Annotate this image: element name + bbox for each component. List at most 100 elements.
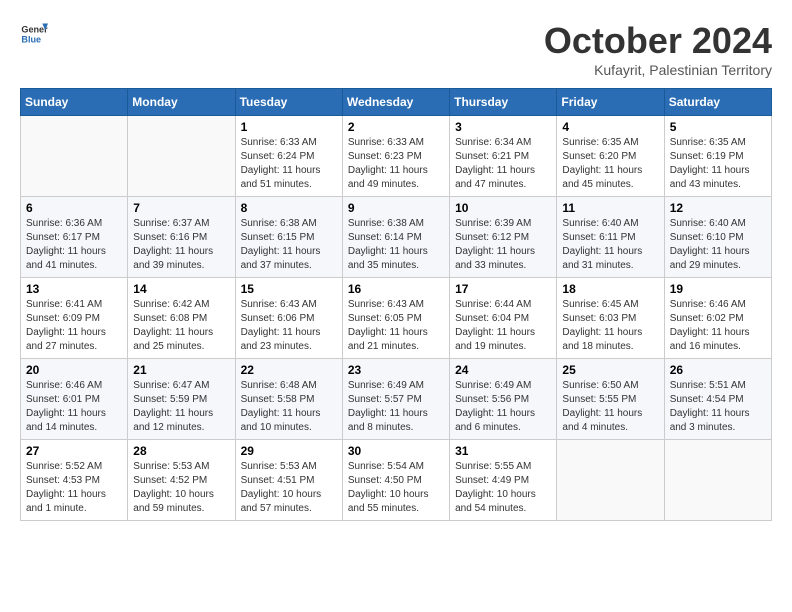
calendar-cell: 20 Sunrise: 6:46 AM Sunset: 6:01 PM Dayli… (21, 359, 128, 440)
calendar-cell (557, 440, 664, 521)
calendar-cell: 10 Sunrise: 6:39 AM Sunset: 6:12 PM Dayli… (450, 197, 557, 278)
day-number: 16 (348, 282, 444, 296)
svg-text:Blue: Blue (21, 34, 41, 44)
day-header: Wednesday (342, 89, 449, 116)
calendar-cell: 29Sunrise: 5:53 AM Sunset: 4:51 PM Dayli… (235, 440, 342, 521)
calendar-cell: 22Sunrise: 6:48 AM Sunset: 5:58 PM Dayli… (235, 359, 342, 440)
day-number: 30 (348, 444, 444, 458)
calendar-cell: 31 Sunrise: 5:55 AM Sunset: 4:49 PM Dayli… (450, 440, 557, 521)
cell-content: Sunrise: 6:42 AM Sunset: 6:08 PM Dayligh… (133, 298, 229, 354)
cell-content: Sunrise: 6:49 AM Sunset: 5:57 PM Dayligh… (348, 379, 444, 435)
cell-content: Sunrise: 6:45 AM Sunset: 6:03 PM Dayligh… (562, 298, 658, 354)
day-number: 5 (670, 120, 766, 134)
calendar-cell: 17 Sunrise: 6:44 AM Sunset: 6:04 PM Dayli… (450, 278, 557, 359)
cell-content: Sunrise: 6:44 AM Sunset: 6:04 PM Dayligh… (455, 298, 551, 354)
day-number: 28 (133, 444, 229, 458)
day-number: 7 (133, 201, 229, 215)
day-number: 17 (455, 282, 551, 296)
cell-content: Sunrise: 6:35 AM Sunset: 6:19 PM Dayligh… (670, 136, 766, 192)
logo: General Blue (20, 20, 48, 48)
calendar-cell: 24Sunrise: 6:49 AM Sunset: 5:56 PM Dayli… (450, 359, 557, 440)
calendar-cell: 15Sunrise: 6:43 AM Sunset: 6:06 PM Dayli… (235, 278, 342, 359)
calendar-week: 6 Sunrise: 6:36 AM Sunset: 6:17 PM Daylig… (21, 197, 772, 278)
calendar-week: 1 Sunrise: 6:33 AM Sunset: 6:24 PM Daylig… (21, 116, 772, 197)
calendar-week: 13 Sunrise: 6:41 AM Sunset: 6:09 PM Dayli… (21, 278, 772, 359)
calendar-cell: 19 Sunrise: 6:46 AM Sunset: 6:02 PM Dayli… (664, 278, 771, 359)
cell-content: Sunrise: 6:49 AM Sunset: 5:56 PM Dayligh… (455, 379, 551, 435)
calendar-header: SundayMondayTuesdayWednesdayThursdayFrid… (21, 89, 772, 116)
calendar-cell: 23 Sunrise: 6:49 AM Sunset: 5:57 PM Dayli… (342, 359, 449, 440)
cell-content: Sunrise: 6:35 AM Sunset: 6:20 PM Dayligh… (562, 136, 658, 192)
calendar-cell: 6 Sunrise: 6:36 AM Sunset: 6:17 PM Daylig… (21, 197, 128, 278)
day-number: 11 (562, 201, 658, 215)
cell-content: Sunrise: 6:40 AM Sunset: 6:11 PM Dayligh… (562, 217, 658, 273)
cell-content: Sunrise: 6:47 AM Sunset: 5:59 PM Dayligh… (133, 379, 229, 435)
day-header: Tuesday (235, 89, 342, 116)
cell-content: Sunrise: 6:46 AM Sunset: 6:01 PM Dayligh… (26, 379, 122, 435)
calendar-body: 1 Sunrise: 6:33 AM Sunset: 6:24 PM Daylig… (21, 116, 772, 521)
day-number: 19 (670, 282, 766, 296)
day-number: 12 (670, 201, 766, 215)
cell-content: Sunrise: 6:43 AM Sunset: 6:06 PM Dayligh… (241, 298, 337, 354)
cell-content: Sunrise: 5:53 AM Sunset: 4:51 PM Dayligh… (241, 460, 337, 516)
calendar-cell: 2Sunrise: 6:33 AM Sunset: 6:23 PM Daylig… (342, 116, 449, 197)
cell-content: Sunrise: 6:34 AM Sunset: 6:21 PM Dayligh… (455, 136, 551, 192)
day-number: 18 (562, 282, 658, 296)
calendar-cell: 4 Sunrise: 6:35 AM Sunset: 6:20 PM Daylig… (557, 116, 664, 197)
day-number: 23 (348, 363, 444, 377)
calendar-cell: 16 Sunrise: 6:43 AM Sunset: 6:05 PM Dayli… (342, 278, 449, 359)
day-number: 21 (133, 363, 229, 377)
calendar-cell: 5 Sunrise: 6:35 AM Sunset: 6:19 PM Daylig… (664, 116, 771, 197)
day-number: 6 (26, 201, 122, 215)
day-header: Friday (557, 89, 664, 116)
day-number: 8 (241, 201, 337, 215)
day-header: Saturday (664, 89, 771, 116)
calendar-cell: 11 Sunrise: 6:40 AM Sunset: 6:11 PM Dayli… (557, 197, 664, 278)
day-number: 25 (562, 363, 658, 377)
calendar-cell (128, 116, 235, 197)
day-number: 3 (455, 120, 551, 134)
day-number: 27 (26, 444, 122, 458)
calendar-cell (664, 440, 771, 521)
cell-content: Sunrise: 5:55 AM Sunset: 4:49 PM Dayligh… (455, 460, 551, 516)
calendar-cell: 14Sunrise: 6:42 AM Sunset: 6:08 PM Dayli… (128, 278, 235, 359)
calendar-cell: 13 Sunrise: 6:41 AM Sunset: 6:09 PM Dayli… (21, 278, 128, 359)
calendar-cell: 18 Sunrise: 6:45 AM Sunset: 6:03 PM Dayli… (557, 278, 664, 359)
day-number: 10 (455, 201, 551, 215)
calendar-week: 27Sunrise: 5:52 AM Sunset: 4:53 PM Dayli… (21, 440, 772, 521)
cell-content: Sunrise: 6:39 AM Sunset: 6:12 PM Dayligh… (455, 217, 551, 273)
day-number: 4 (562, 120, 658, 134)
calendar-cell: 26Sunrise: 5:51 AM Sunset: 4:54 PM Dayli… (664, 359, 771, 440)
cell-content: Sunrise: 5:51 AM Sunset: 4:54 PM Dayligh… (670, 379, 766, 435)
cell-content: Sunrise: 6:43 AM Sunset: 6:05 PM Dayligh… (348, 298, 444, 354)
cell-content: Sunrise: 6:33 AM Sunset: 6:24 PM Dayligh… (241, 136, 337, 192)
day-number: 20 (26, 363, 122, 377)
calendar-cell: 21 Sunrise: 6:47 AM Sunset: 5:59 PM Dayli… (128, 359, 235, 440)
logo-icon: General Blue (20, 20, 48, 48)
title-section: October 2024 Kufayrit, Palestinian Terri… (544, 20, 772, 78)
page-header: General Blue October 2024 Kufayrit, Pale… (20, 20, 772, 78)
cell-content: Sunrise: 6:46 AM Sunset: 6:02 PM Dayligh… (670, 298, 766, 354)
day-number: 13 (26, 282, 122, 296)
cell-content: Sunrise: 6:41 AM Sunset: 6:09 PM Dayligh… (26, 298, 122, 354)
day-number: 1 (241, 120, 337, 134)
cell-content: Sunrise: 6:37 AM Sunset: 6:16 PM Dayligh… (133, 217, 229, 273)
cell-content: Sunrise: 6:50 AM Sunset: 5:55 PM Dayligh… (562, 379, 658, 435)
calendar-cell: 30 Sunrise: 5:54 AM Sunset: 4:50 PM Dayli… (342, 440, 449, 521)
day-number: 31 (455, 444, 551, 458)
calendar-cell: 1 Sunrise: 6:33 AM Sunset: 6:24 PM Daylig… (235, 116, 342, 197)
cell-content: Sunrise: 6:36 AM Sunset: 6:17 PM Dayligh… (26, 217, 122, 273)
calendar-cell: 3 Sunrise: 6:34 AM Sunset: 6:21 PM Daylig… (450, 116, 557, 197)
day-number: 22 (241, 363, 337, 377)
day-number: 9 (348, 201, 444, 215)
cell-content: Sunrise: 6:38 AM Sunset: 6:15 PM Dayligh… (241, 217, 337, 273)
cell-content: Sunrise: 5:54 AM Sunset: 4:50 PM Dayligh… (348, 460, 444, 516)
calendar-cell: 27Sunrise: 5:52 AM Sunset: 4:53 PM Dayli… (21, 440, 128, 521)
calendar-cell: 12 Sunrise: 6:40 AM Sunset: 6:10 PM Dayli… (664, 197, 771, 278)
cell-content: Sunrise: 6:38 AM Sunset: 6:14 PM Dayligh… (348, 217, 444, 273)
cell-content: Sunrise: 6:33 AM Sunset: 6:23 PM Dayligh… (348, 136, 444, 192)
cell-content: Sunrise: 5:53 AM Sunset: 4:52 PM Dayligh… (133, 460, 229, 516)
cell-content: Sunrise: 6:40 AM Sunset: 6:10 PM Dayligh… (670, 217, 766, 273)
day-header: Sunday (21, 89, 128, 116)
calendar-cell: 8 Sunrise: 6:38 AM Sunset: 6:15 PM Daylig… (235, 197, 342, 278)
